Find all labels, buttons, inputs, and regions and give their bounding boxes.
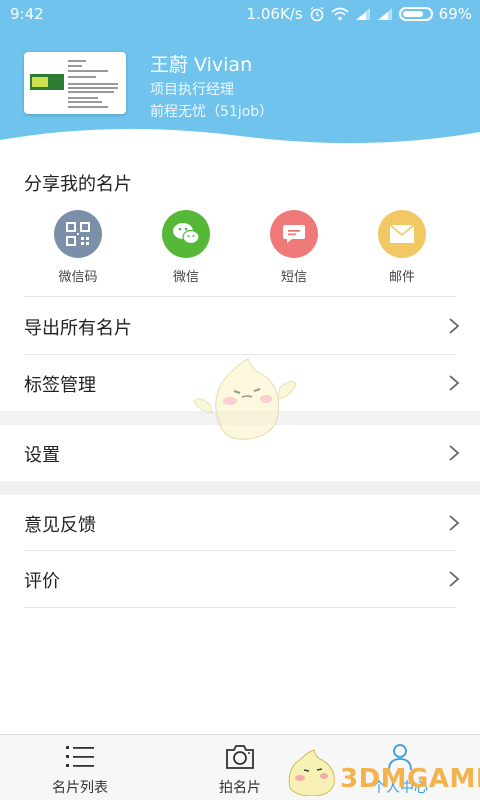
card-line (68, 65, 82, 67)
mascot-illustration (193, 358, 297, 440)
share-section-title: 分享我的名片 (24, 174, 132, 195)
chevron-right-icon (449, 375, 460, 391)
card-logo-mark (32, 77, 48, 87)
share-label: 微信码 (58, 270, 98, 285)
qrcode-icon (54, 210, 102, 258)
menu-label: 导出所有名片 (24, 318, 132, 339)
wechat-icon (162, 210, 210, 258)
nav-label: 名片列表 (52, 780, 108, 796)
profile-title: 项目执行经理 (150, 82, 234, 98)
list-icon (66, 746, 94, 767)
divider (24, 296, 456, 297)
battery-percent: 69% (438, 5, 472, 23)
header-wave (0, 128, 480, 150)
card-line (68, 97, 98, 99)
menu-label: 评价 (24, 571, 60, 592)
card-line (68, 87, 118, 89)
card-line (68, 83, 118, 85)
card-line (68, 60, 86, 62)
sms-icon (270, 210, 318, 258)
signal-icon (355, 8, 370, 20)
card-line (68, 106, 108, 108)
camera-icon (226, 745, 254, 769)
menu-label: 标签管理 (24, 375, 96, 396)
share-wechat-code[interactable]: 微信码 (38, 210, 118, 285)
chevron-right-icon (449, 515, 460, 531)
chevron-right-icon (449, 445, 460, 461)
share-wechat[interactable]: 微信 (146, 210, 226, 285)
nav-card-list[interactable]: 名片列表 (0, 735, 160, 800)
share-label: 微信 (172, 270, 199, 285)
menu-export-all[interactable]: 导出所有名片 (0, 298, 480, 354)
menu-feedback[interactable]: 意见反馈 (0, 495, 480, 551)
network-speed: 1.06K/s (246, 5, 303, 23)
status-right: 1.06K/s 69% (247, 5, 472, 23)
chevron-right-icon (449, 571, 460, 587)
menu-label: 意见反馈 (24, 515, 96, 536)
card-line (68, 76, 96, 78)
status-bar: 9:42 1.06K/s 69% (0, 0, 480, 28)
card-line (68, 101, 102, 103)
share-label: 短信 (280, 270, 307, 285)
divider (24, 607, 456, 608)
card-line (68, 70, 108, 72)
business-card-thumbnail[interactable] (24, 52, 126, 114)
section-gap (0, 481, 480, 495)
battery-icon (398, 7, 433, 21)
wifi-icon (331, 7, 349, 21)
card-line (68, 91, 114, 93)
share-label: 邮件 (388, 270, 415, 285)
profile-name: 王蔚 Vivian (150, 54, 253, 76)
status-time: 9:42 (10, 5, 44, 23)
share-options: 微信码 微信 短信 邮件 (0, 210, 480, 290)
menu-label: 设置 (24, 445, 60, 466)
mail-icon (378, 210, 426, 258)
profile-company: 前程无忧（51job） (150, 104, 274, 120)
watermark-text: 3DMGAME (340, 764, 480, 794)
share-sms[interactable]: 短信 (254, 210, 334, 285)
share-mail[interactable]: 邮件 (362, 210, 442, 285)
signal-icon-2 (377, 8, 392, 20)
alarm-icon (310, 6, 324, 22)
chevron-right-icon (449, 318, 460, 334)
menu-rate[interactable]: 评价 (0, 551, 480, 607)
